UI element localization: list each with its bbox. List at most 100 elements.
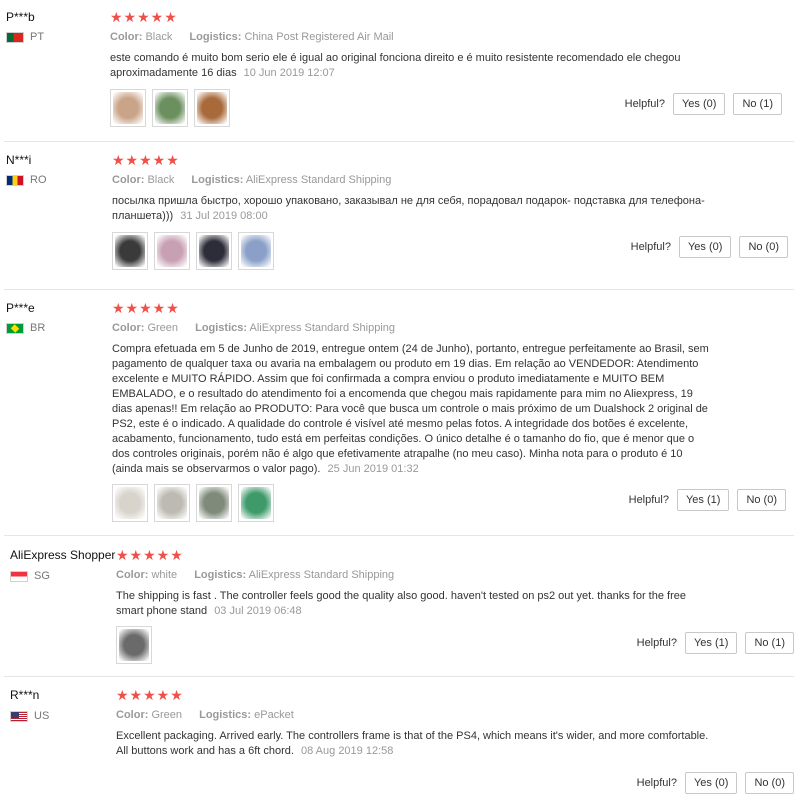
review-date: 08 Aug 2019 12:58	[301, 745, 394, 757]
reviewer-country: SG	[10, 570, 50, 582]
logistics-label: Logistics:	[191, 174, 244, 186]
reviewer-country: PT	[6, 31, 44, 43]
helpful-yes-button[interactable]: Yes (0)	[672, 93, 726, 115]
review-divider	[4, 289, 794, 290]
logistics-value: ePacket	[254, 709, 294, 721]
color-label: Color:	[116, 709, 149, 721]
review-photos	[116, 626, 152, 664]
review-photos	[112, 232, 274, 270]
helpful-no-button[interactable]: No (0)	[745, 772, 794, 794]
rating-stars: ★★★★★	[112, 300, 180, 316]
country-code: PT	[30, 31, 45, 43]
rating-stars: ★★★★★	[112, 152, 180, 168]
helpful-no-button[interactable]: No (0)	[737, 489, 786, 511]
reviewer-name: P***e	[6, 301, 35, 315]
color-value: white	[151, 569, 178, 581]
review-photo-thumbnail[interactable]	[196, 484, 232, 522]
color-label: Color:	[112, 174, 145, 186]
photo-image	[115, 235, 145, 267]
country-code: US	[34, 710, 50, 722]
usa-flag-icon	[10, 710, 28, 722]
review-photos	[110, 89, 230, 127]
romania-flag-icon	[6, 174, 24, 186]
helpful-no-button[interactable]: No (1)	[733, 93, 782, 115]
review-photo-thumbnail[interactable]	[154, 484, 190, 522]
color-value: Green	[151, 709, 183, 721]
country-code: RO	[30, 174, 47, 186]
color-value: Black	[145, 31, 173, 43]
photo-image	[241, 487, 271, 519]
photo-image	[157, 235, 187, 267]
helpful-label: Helpful?	[628, 494, 669, 506]
review-photo-thumbnail[interactable]	[238, 484, 274, 522]
reviewer-country: BR	[6, 322, 45, 334]
product-meta: Color: Green Logistics: AliExpress Stand…	[112, 322, 409, 334]
logistics-label: Logistics:	[189, 31, 242, 43]
review-date: 31 Jul 2019 08:00	[180, 210, 268, 222]
product-meta: Color: Green Logistics: ePacket	[116, 709, 308, 721]
review-divider	[4, 141, 794, 142]
review-photos	[112, 484, 274, 522]
logistics-value: AliExpress Standard Shipping	[249, 322, 396, 334]
color-value: Green	[147, 322, 179, 334]
review-photo-thumbnail[interactable]	[194, 89, 230, 127]
review-photo-thumbnail[interactable]	[154, 232, 190, 270]
helpful-yes-button[interactable]: Yes (0)	[678, 236, 732, 258]
review-body: este comando é muito bom serio ele é igu…	[110, 52, 681, 79]
logistics-value: AliExpress Standard Shipping	[245, 174, 392, 186]
helpful-yes-button[interactable]: Yes (0)	[684, 772, 738, 794]
review-photo-thumbnail[interactable]	[152, 89, 188, 127]
review-photo-thumbnail[interactable]	[112, 484, 148, 522]
helpful-votes: Helpful? Yes (0) No (0)	[631, 236, 788, 258]
photo-image	[119, 629, 149, 661]
reviewer-name: R***n	[10, 688, 40, 702]
review-text: The shipping is fast . The controller fe…	[116, 589, 706, 619]
helpful-label: Helpful?	[630, 241, 671, 253]
logistics-label: Logistics:	[195, 322, 248, 334]
product-meta: Color: Black Logistics: AliExpress Stand…	[112, 174, 405, 186]
review-body: Compra efetuada em 5 de Junho de 2019, e…	[112, 343, 709, 475]
rating-stars: ★★★★★	[110, 9, 178, 25]
logistics-label: Logistics:	[199, 709, 252, 721]
logistics-value: AliExpress Standard Shipping	[248, 569, 395, 581]
rating-stars: ★★★★★	[116, 547, 184, 563]
helpful-votes: Helpful? Yes (0) No (0)	[637, 772, 794, 794]
color-value: Black	[147, 174, 175, 186]
review-text: Compra efetuada em 5 de Junho de 2019, e…	[112, 342, 710, 477]
review-body: The shipping is fast . The controller fe…	[116, 590, 686, 617]
reviewer-name: P***b	[6, 10, 35, 24]
country-code: SG	[34, 570, 50, 582]
review-text: посылка пришла быстро, хорошо упаковано,…	[112, 194, 712, 224]
color-label: Color:	[110, 31, 143, 43]
photo-image	[115, 487, 145, 519]
color-label: Color:	[116, 569, 149, 581]
logistics-value: China Post Registered Air Mail	[244, 31, 394, 43]
review-date: 25 Jun 2019 01:32	[327, 463, 419, 475]
review-body: Excellent packaging. Arrived early. The …	[116, 730, 709, 757]
product-meta: Color: white Logistics: AliExpress Stand…	[116, 569, 408, 581]
review-date: 10 Jun 2019 12:07	[243, 67, 335, 79]
review-photo-thumbnail[interactable]	[196, 232, 232, 270]
helpful-yes-button[interactable]: Yes (1)	[676, 489, 730, 511]
review-photo-thumbnail[interactable]	[116, 626, 152, 664]
helpful-label: Helpful?	[636, 637, 677, 649]
photo-image	[199, 235, 229, 267]
review-photo-thumbnail[interactable]	[110, 89, 146, 127]
helpful-no-button[interactable]: No (1)	[745, 632, 794, 654]
helpful-votes: Helpful? Yes (1) No (0)	[629, 489, 786, 511]
logistics-label: Logistics:	[194, 569, 247, 581]
photo-image	[241, 235, 271, 267]
photo-image	[197, 92, 227, 124]
review-photo-thumbnail[interactable]	[112, 232, 148, 270]
review-photo-thumbnail[interactable]	[238, 232, 274, 270]
helpful-votes: Helpful? Yes (0) No (1)	[625, 93, 782, 115]
photo-image	[157, 487, 187, 519]
product-meta: Color: Black Logistics: China Post Regis…	[110, 31, 408, 43]
review-text: este comando é muito bom serio ele é igu…	[110, 51, 710, 81]
helpful-no-button[interactable]: No (0)	[739, 236, 788, 258]
photo-image	[155, 92, 185, 124]
country-code: BR	[30, 322, 46, 334]
helpful-yes-button[interactable]: Yes (1)	[684, 632, 738, 654]
color-label: Color:	[112, 322, 145, 334]
reviewer-name: N***i	[6, 153, 32, 167]
